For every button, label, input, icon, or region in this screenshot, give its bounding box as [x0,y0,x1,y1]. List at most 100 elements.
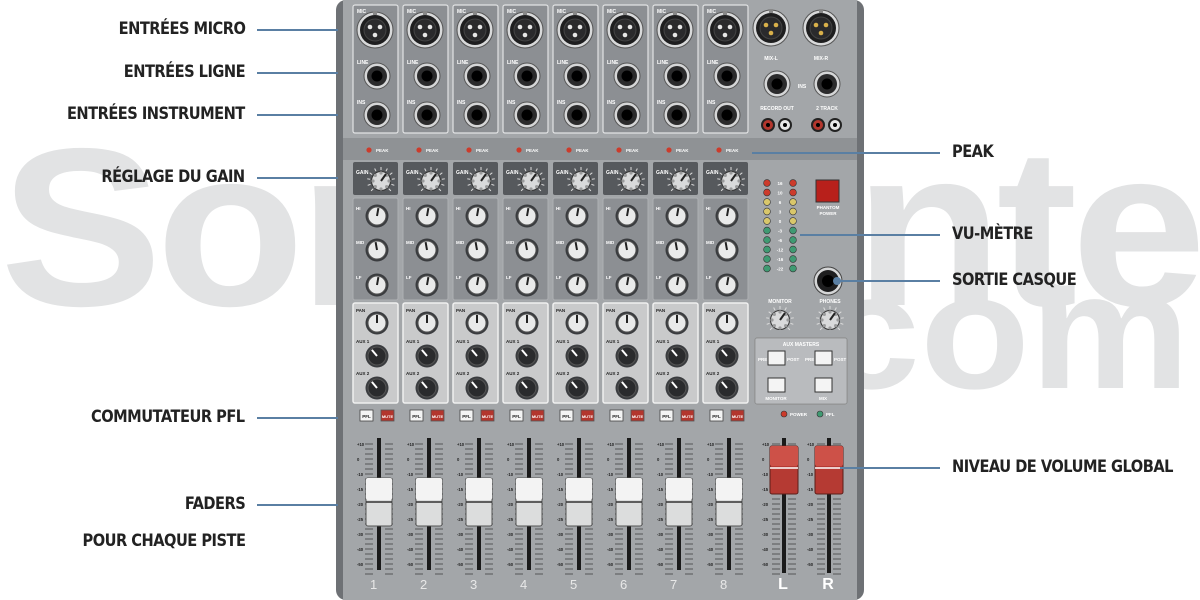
callout-line-line [257,72,338,74]
rca-hole [766,123,770,127]
gain-grip [671,179,675,183]
fader-scale-label: -30 [407,532,414,537]
callout-line-faders [257,504,338,506]
fader-scale-label: -15 [407,487,414,492]
ins-label: INS [407,100,416,106]
fader-scale-label: -20 [557,502,564,507]
channel-number-4: 4 [520,577,527,592]
jack-hole [521,109,533,121]
fader-scale-label: -10 [507,472,514,477]
mix-output-label: MIX-R [814,56,829,62]
gain-grip [521,179,525,183]
gain-grip [487,179,491,183]
eq-lf-knob-ch6 [615,273,639,297]
eq-mid-knob-ch8 [715,238,739,262]
mute-label: MUTE [632,414,644,419]
aux2-knob-ch2 [415,376,439,400]
xlr-latch [373,11,377,15]
jack-hole [371,70,383,82]
fader-cap-top [666,478,692,500]
aux2-label: AUX 2 [556,371,570,376]
eq-mid-knob-ch3 [465,238,489,262]
vu-led-r [789,207,797,216]
eq-label: MID [456,240,465,245]
aux2-label: AUX 2 [656,371,670,376]
instrument-input-ch1 [363,101,391,129]
mic-label: MIC [607,9,617,15]
knob-pointer [426,207,430,217]
gain-grip [479,171,483,175]
jack-hole [471,70,483,82]
vu-scale-label: -3 [778,229,782,234]
knob-pointer [574,241,578,251]
eq-label: LF [656,275,662,280]
peak-label: PEAK [726,148,739,153]
fader-scale-label: -15 [457,487,464,492]
knob-pointer [576,276,580,286]
gain-grip [529,171,533,175]
xlr-pin [477,24,483,30]
fader-scale-label: -30 [557,532,564,537]
gain-grip [687,179,691,183]
channel-number-3: 3 [470,577,477,592]
pfl-label: PFL [362,414,371,419]
pan-label: PAN [706,308,715,313]
fader-scale-label: +10 [657,442,665,447]
pan-label: PAN [506,308,515,313]
fader-scale-label: -10 [457,472,464,477]
gain-grip [429,171,433,175]
instrument-input-ch2 [413,101,441,129]
peak-label: PEAK [626,148,639,153]
mute-label: MUTE [382,414,394,419]
xlr-pin [813,22,819,28]
ins-label: INS [357,100,366,106]
aux1-knob-ch4 [515,344,539,368]
power-led [780,410,788,418]
eq-lf-knob-ch5 [565,273,589,297]
mic-label: MIC [457,9,467,15]
eq-label: MID [706,240,715,245]
ins-jack-r [813,70,841,98]
fader-scale-label: -50 [407,562,414,567]
gain-label: GAIN [356,170,369,176]
fader-scale-label: -10 [607,472,614,477]
jack-hole [671,70,683,82]
eq-label: HI [606,206,611,211]
fader-scale-label: -15 [507,487,514,492]
gain-grip [579,187,583,191]
xlr-pin [567,24,573,30]
eq-hi-knob-ch5 [565,204,589,228]
vu-led-r [789,226,797,235]
fader-scale-label: +10 [407,442,415,447]
peak-led-ch5 [566,147,572,153]
fader-scale-label: +10 [607,442,615,447]
mic-input-ch5 [556,11,594,49]
vu-scale-label: -22 [777,267,784,272]
aux1-knob-ch8 [715,344,739,368]
mic-label: MIC [507,9,517,15]
fader-scale-label: -10 [657,472,664,477]
aux1-knob-ch2 [415,344,439,368]
master-scale-label: -20 [762,502,769,507]
knob-pointer [474,241,478,251]
gain-grip [571,179,575,183]
pfl-label: PFL [562,414,571,419]
fader-scale-label: -40 [607,547,614,552]
xlr-latch [573,11,577,15]
eq-lf-knob-ch1 [365,273,389,297]
aux2-knob-ch6 [615,376,639,400]
xlr-pin [527,24,533,30]
vu-led-l [763,207,771,216]
gain-grip [573,173,577,177]
jack-hole [471,109,483,121]
callout-line-master [840,467,940,469]
fader-scale-label: -10 [557,472,564,477]
gain-grip [429,187,433,191]
fader-scale-label: -50 [507,562,514,567]
line-input-ch4 [513,62,541,90]
vu-led-r [789,255,797,263]
peak-label: PEAK [676,148,689,153]
gain-grip [523,185,527,189]
ins-jack-l [763,70,791,98]
callout-label-vu: VU-MÈTRE [952,224,1033,244]
